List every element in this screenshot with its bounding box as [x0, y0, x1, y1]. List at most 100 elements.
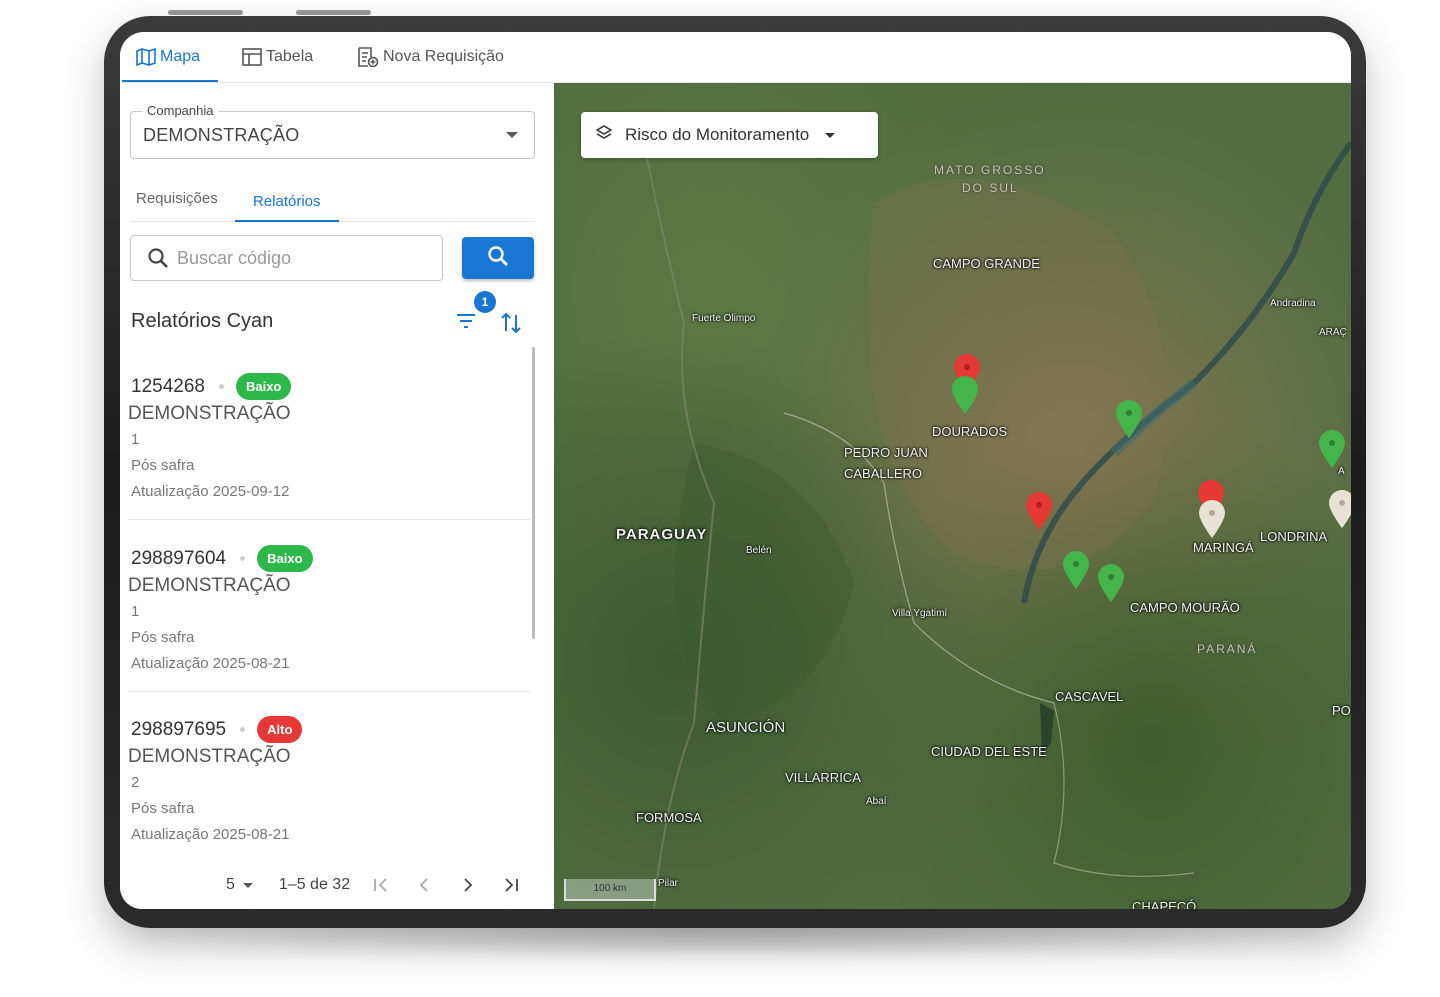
- map-label: Abaí: [866, 796, 887, 807]
- item-company: DEMONSTRAÇÃO: [128, 403, 291, 424]
- subtabs: Requisições Relatórios: [130, 175, 535, 222]
- divider: [128, 691, 530, 692]
- filter-count-badge: 1: [474, 291, 496, 313]
- map-label: Villa Ygatimí: [892, 608, 948, 619]
- page-size-select[interactable]: 5: [226, 876, 279, 894]
- item-company: DEMONSTRAÇÃO: [128, 575, 291, 596]
- layer-control-label: Risco do Monitoramento: [625, 125, 810, 144]
- next-page-button[interactable]: [462, 877, 474, 893]
- item-updated: Atualização 2025-08-21: [131, 826, 290, 843]
- first-page-button[interactable]: [372, 877, 390, 893]
- company-select-label: Companhia: [143, 103, 218, 118]
- chevron-down-icon: [242, 882, 253, 888]
- map-label: VILLARRICA: [785, 770, 861, 785]
- map-label: MARINGÁ: [1193, 540, 1254, 555]
- map-label: CIUDAD DEL ESTE: [931, 744, 1047, 759]
- search-input[interactable]: [175, 245, 429, 271]
- map-pin-low-risk[interactable]: [950, 375, 980, 415]
- map-pin-no-data[interactable]: [1197, 499, 1227, 539]
- risk-badge: Baixo: [235, 373, 292, 400]
- separator-dot: [240, 727, 246, 732]
- map-label: PARAGUAY: [616, 526, 708, 543]
- map-label: FORMOSA: [636, 810, 702, 825]
- map-label: PO: [1332, 703, 1351, 718]
- separator-dot: [240, 556, 246, 561]
- map-label: ARAÇ: [1319, 327, 1347, 338]
- layer-control[interactable]: Risco do Monitoramento: [581, 112, 878, 158]
- risk-badge: Baixo: [257, 545, 313, 572]
- item-stage: Pós safra: [131, 800, 195, 817]
- map-label: PEDRO JUAN: [844, 445, 928, 460]
- tab-indicator: [122, 80, 219, 82]
- subtab-relatorios[interactable]: Relatórios: [235, 175, 339, 222]
- new-request-icon: [357, 47, 379, 67]
- page-size-value: 5: [226, 876, 235, 893]
- subtab-indicator: [235, 220, 339, 222]
- page-range: 1–5 de 32: [278, 876, 351, 893]
- item-code: 298897695: [131, 718, 227, 740]
- filter-icon[interactable]: [456, 313, 476, 334]
- map-label: Belén: [746, 545, 772, 556]
- map-label: LONDRINA: [1260, 529, 1328, 544]
- top-tab-bar: Mapa Tabela Nova Requisição: [120, 32, 1351, 83]
- search-icon: [147, 247, 169, 274]
- list-scrollbar[interactable]: [532, 347, 535, 639]
- map-icon: [136, 48, 156, 66]
- first-page-icon: [374, 878, 387, 892]
- map-label: CASCAVEL: [1055, 689, 1124, 704]
- tab-mapa[interactable]: Mapa: [122, 32, 219, 82]
- item-number: 2: [131, 774, 140, 791]
- map-pin-no-data[interactable]: [1327, 489, 1351, 529]
- tab-label: Mapa: [160, 48, 201, 65]
- list-title: Relatórios Cyan: [131, 310, 274, 332]
- item-stage: Pós safra: [131, 457, 195, 474]
- last-page-button[interactable]: [502, 877, 520, 893]
- map-pin-low-risk[interactable]: [1114, 399, 1144, 439]
- map-label: CABALLERO: [844, 466, 923, 481]
- map-label: PARANÁ: [1197, 642, 1258, 656]
- search-field: [130, 235, 443, 281]
- tab-tabela[interactable]: Tabela: [242, 32, 313, 82]
- item-updated: Atualização 2025-09-12: [131, 483, 290, 500]
- map-label: ASUNCIÓN: [706, 719, 786, 736]
- map-label: Pilar: [658, 878, 679, 889]
- device-power-button: [296, 10, 371, 15]
- item-code: 1254268: [131, 375, 205, 397]
- layers-icon: [595, 124, 613, 147]
- pagination: 5 1–5 de 32: [226, 873, 520, 897]
- tab-nova-requisicao[interactable]: Nova Requisição: [357, 32, 504, 82]
- device-volume-button: [168, 10, 243, 15]
- tab-label: Nova Requisição: [383, 48, 504, 65]
- subtab-label: Requisições: [136, 189, 218, 207]
- chevron-down-icon: [506, 132, 518, 138]
- map-pin-low-risk[interactable]: [1061, 550, 1091, 590]
- map-pin-low-risk[interactable]: [1317, 429, 1347, 469]
- chevron-left-icon: [419, 878, 428, 892]
- map-label: CAMPO GRANDE: [933, 256, 1040, 271]
- subtab-requisicoes[interactable]: Requisições: [136, 175, 218, 221]
- risk-badge: Alto: [257, 716, 303, 743]
- chevron-right-icon: [464, 878, 473, 892]
- map-label: Andradina: [1270, 298, 1316, 309]
- item-number: 1: [131, 431, 140, 448]
- map-terrain: [554, 83, 1351, 909]
- last-page-icon: [505, 878, 518, 892]
- item-company: DEMONSTRAÇÃO: [128, 746, 291, 767]
- divider: [128, 519, 530, 520]
- left-panel: Companhia DEMONSTRAÇÃO Requisições Relat…: [120, 83, 554, 909]
- map-label: CAMPO MOURÃO: [1130, 600, 1240, 615]
- map-label: MATO GROSSO: [934, 163, 1046, 177]
- app-screen: Mapa Tabela Nova Requisição Companhia DE…: [120, 32, 1351, 909]
- search-button[interactable]: [462, 237, 534, 279]
- table-icon: [242, 48, 262, 66]
- separator-dot: [218, 384, 224, 389]
- sort-icon[interactable]: [500, 311, 522, 340]
- prev-page-button[interactable]: [418, 877, 430, 893]
- map-scale: 100 km: [564, 879, 656, 901]
- map-pin-high-risk[interactable]: [1024, 491, 1054, 531]
- company-select[interactable]: Companhia DEMONSTRAÇÃO: [130, 103, 535, 159]
- satellite-map[interactable]: Risco do Monitoramento MATO GROSSO DO SU…: [554, 83, 1351, 909]
- company-select-value: DEMONSTRAÇÃO: [143, 125, 300, 145]
- map-pin-low-risk[interactable]: [1096, 563, 1126, 603]
- subtab-label: Relatórios: [253, 192, 321, 210]
